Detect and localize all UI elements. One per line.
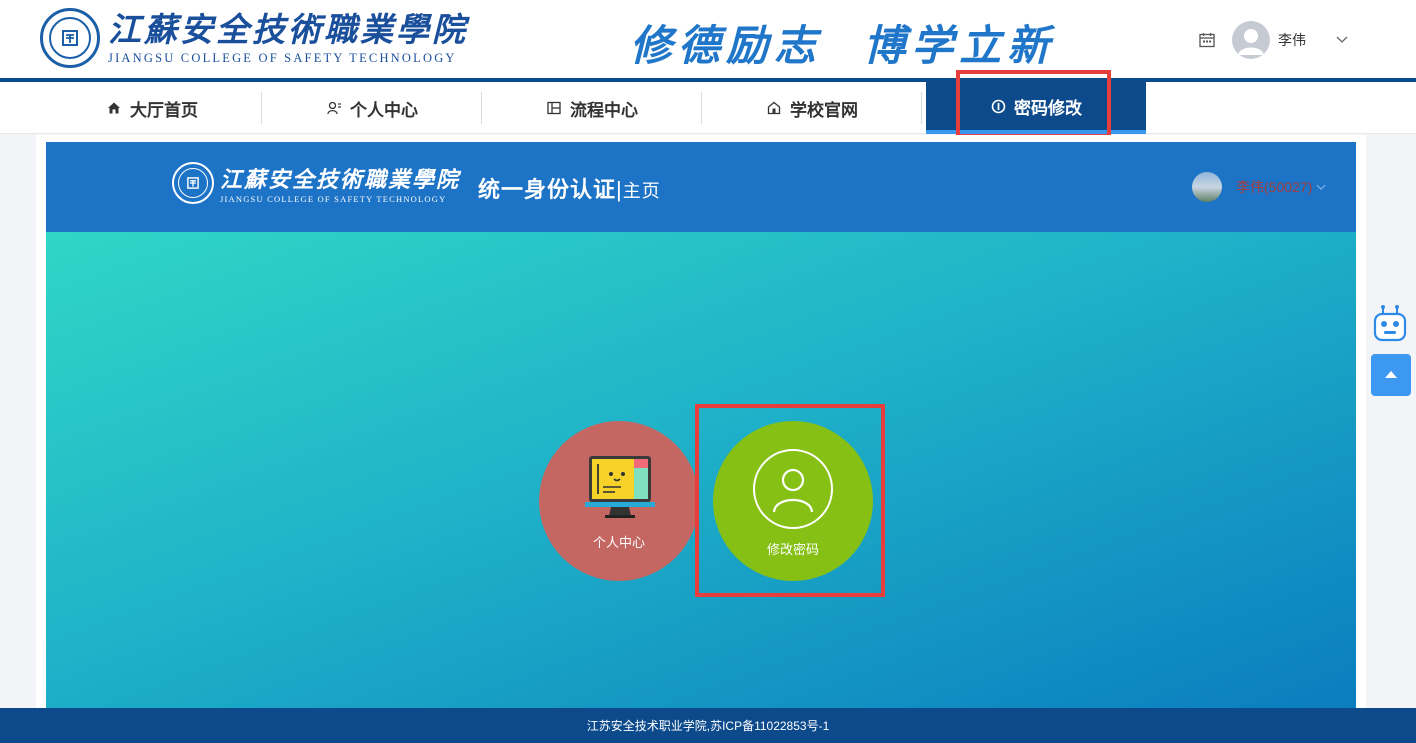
- nav-label-change-password: 密码修改: [1014, 98, 1082, 118]
- chevron-down-icon[interactable]: [1316, 181, 1328, 193]
- user-icon: [753, 448, 833, 529]
- sso-page-title: 统一身份认证|主页: [478, 177, 661, 202]
- footer: 江苏安全技术职业学院,苏ICP备11022853号-1: [0, 708, 1416, 743]
- info-icon: [990, 98, 1006, 114]
- college-logo[interactable]: 江蘇安全技術職業學院 JIANGSU COLLEGE OF SAFETY TEC…: [40, 8, 468, 68]
- avatar[interactable]: [1232, 21, 1270, 59]
- avatar[interactable]: [1192, 172, 1222, 202]
- app-tiles-area: [46, 232, 1356, 708]
- nav-item-home[interactable]: 大厅首页: [42, 82, 262, 134]
- user-name[interactable]: 李伟: [1278, 30, 1306, 50]
- college-seal-icon: [40, 8, 100, 68]
- tile-change-password[interactable]: 修改密码: [713, 421, 873, 581]
- school-icon: [766, 100, 782, 116]
- sso-logo-english: JIANGSU COLLEGE OF SAFETY TECHNOLOGY: [220, 194, 447, 204]
- nav-item-personal[interactable]: 个人中心: [262, 82, 482, 134]
- nav-divider: [921, 92, 922, 124]
- logo-chinese-name: 江蘇安全技術職業學院: [108, 9, 468, 49]
- chevron-down-icon[interactable]: [1336, 33, 1350, 47]
- nav-label-process: 流程中心: [570, 100, 638, 120]
- home-icon: [106, 100, 122, 116]
- computer-icon: [581, 452, 657, 522]
- tile-label-change-password: 修改密码: [766, 541, 819, 557]
- sso-header: 江蘇安全技術職業學院 JIANGSU COLLEGE OF SAFETY TEC…: [46, 142, 1356, 232]
- tile-personal-center[interactable]: 个人中心: [539, 421, 699, 581]
- robot-assistant-icon[interactable]: [1372, 304, 1408, 344]
- user-menu[interactable]: 李伟: [1198, 20, 1350, 60]
- nav-item-school-site[interactable]: 学校官网: [702, 82, 922, 134]
- calendar-icon[interactable]: [1198, 31, 1216, 49]
- sso-logo-chinese: 江蘇安全技術職業學院: [220, 167, 461, 193]
- logo-english-name: JIANGSU COLLEGE OF SAFETY TECHNOLOGY: [108, 50, 457, 65]
- arrow-up-icon: [1384, 366, 1398, 384]
- sso-subtitle: 主页: [622, 181, 661, 201]
- footer-icp-text: 江苏安全技术职业学院,苏ICP备11022853号-1: [586, 719, 830, 733]
- nav-item-change-password[interactable]: 密码修改: [926, 82, 1146, 134]
- nav-label-home: 大厅首页: [130, 100, 198, 120]
- nav-label-school-site: 学校官网: [790, 100, 858, 120]
- tile-label-personal-center: 个人中心: [592, 534, 645, 550]
- sso-title-text: 统一身份认证: [478, 177, 617, 202]
- main-nav: 大厅首页 个人中心 流程中心 学校官网 密码修改: [0, 82, 1416, 134]
- sso-seal-icon: [172, 162, 214, 204]
- nav-label-personal: 个人中心: [350, 100, 418, 120]
- nav-item-process[interactable]: 流程中心: [482, 82, 702, 134]
- sso-user-name[interactable]: 李伟(50027): [1236, 177, 1312, 197]
- sso-college-logo[interactable]: 江蘇安全技術職業學院 JIANGSU COLLEGE OF SAFETY TEC…: [172, 162, 460, 204]
- process-icon: [546, 100, 562, 116]
- person-icon: [326, 100, 342, 116]
- sso-user-menu[interactable]: 李伟(50027): [1192, 172, 1328, 202]
- top-header: 江蘇安全技術職業學院 JIANGSU COLLEGE OF SAFETY TEC…: [0, 0, 1416, 78]
- back-to-top-button[interactable]: [1371, 354, 1411, 396]
- college-slogan: 修德励志 博学立新: [630, 21, 1056, 70]
